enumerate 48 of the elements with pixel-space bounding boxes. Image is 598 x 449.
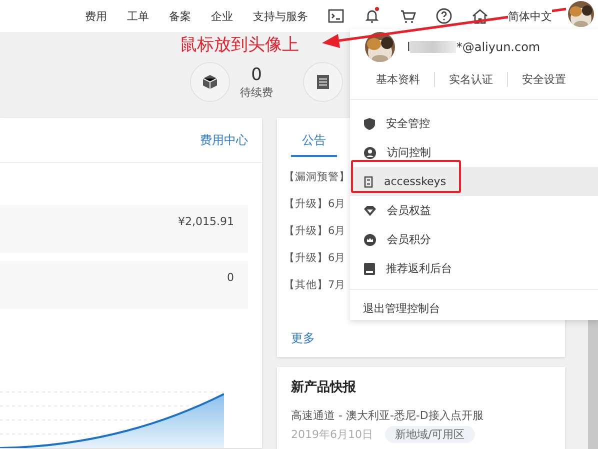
logout-link[interactable]: 退出管理控制台	[350, 290, 598, 316]
scrollbar[interactable]	[588, 320, 598, 449]
language-link[interactable]: 简体中文	[508, 8, 552, 24]
menu-item-label: 安全管控	[386, 116, 430, 131]
cube-icon	[202, 74, 218, 90]
nav-link[interactable]: 支持与服务	[253, 8, 308, 24]
shield-icon	[364, 118, 375, 130]
nav-link[interactable]: 备案	[169, 8, 191, 24]
menu-item-label: accesskeys	[384, 175, 446, 188]
menu-item[interactable]: accesskeys	[350, 167, 598, 196]
nav-link[interactable]: 企业	[211, 8, 233, 24]
stat-label: 待续费	[240, 84, 273, 100]
menu-item[interactable]: 访问控制	[350, 138, 598, 167]
cart-icon[interactable]	[400, 8, 416, 24]
menu-item[interactable]: 会员权益	[350, 196, 598, 225]
card-icon	[364, 262, 375, 274]
notice-tab[interactable]: 公告	[291, 128, 337, 157]
news-headline[interactable]: 高速通道 - 澳大利亚-悉尼-D接入点开服	[291, 408, 551, 423]
more-link[interactable]: 更多	[291, 330, 551, 347]
amount-value: 0	[227, 271, 234, 284]
menu-item[interactable]: 推荐返利后台	[350, 254, 598, 283]
news-tag: 新地域/可用区	[385, 426, 475, 443]
nav-link[interactable]: 费用	[85, 8, 107, 24]
menu-item-label: 推荐返利后台	[386, 261, 452, 276]
account-email: l *@aliyun.com	[407, 40, 540, 54]
crown-icon	[364, 234, 376, 246]
account-link[interactable]: 基本资料	[362, 72, 434, 87]
menu-item-label: 会员权益	[387, 203, 431, 218]
user-icon	[364, 146, 376, 158]
nav-link[interactable]: 工单	[127, 8, 149, 24]
account-link[interactable]: 安全设置	[507, 72, 580, 87]
stat-value: 0	[251, 64, 262, 84]
news-date: 2019年6月10日	[291, 427, 373, 442]
menu-item[interactable]: 安全管控	[350, 109, 598, 138]
menu-item[interactable]: 会员积分	[350, 225, 598, 254]
amount-value: ¥2,015.91	[178, 215, 234, 228]
help-icon[interactable]	[436, 8, 452, 24]
terminal-icon[interactable]	[328, 9, 344, 23]
account-link[interactable]: 实名认证	[434, 72, 507, 87]
bell-icon[interactable]	[365, 8, 379, 24]
annotation-text: 鼠标放到头像上	[180, 34, 299, 56]
news-title: 新产品快报	[291, 378, 357, 396]
diamond-icon	[364, 206, 376, 216]
document-icon	[316, 74, 330, 90]
billing-center-link[interactable]: 费用中心	[200, 132, 248, 148]
menu-item-label: 会员积分	[387, 232, 431, 247]
menu-item-label: 访问控制	[387, 145, 431, 160]
home-icon[interactable]	[472, 8, 488, 24]
